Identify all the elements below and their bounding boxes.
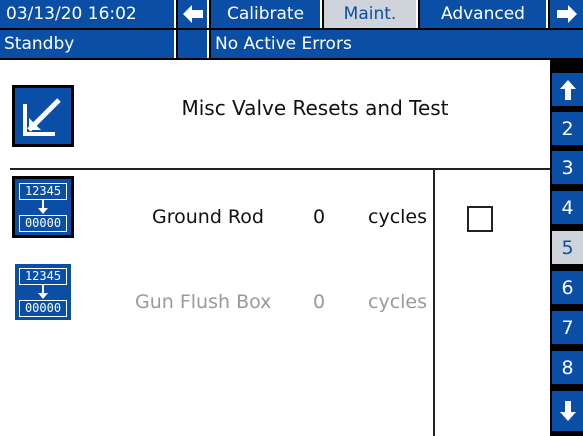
next-screen-button[interactable] — [550, 0, 583, 28]
divider-horizontal — [10, 168, 550, 170]
page-number: 4 — [561, 196, 574, 219]
tab-maint[interactable]: Maint. — [324, 0, 418, 28]
tab-advanced-label: Advanced — [441, 4, 525, 24]
blank-indicator — [178, 30, 209, 58]
counter-label-ground-rod: Ground Rod — [152, 206, 264, 228]
datetime-display: 03/13/20 16:02 — [0, 0, 176, 28]
reset-counter-ground-rod-button[interactable]: 12345 00000 — [12, 176, 74, 238]
arrow-right-icon — [556, 5, 577, 23]
arrow-down-icon — [38, 284, 48, 299]
page-number: 5 — [561, 236, 574, 259]
page-button-7[interactable]: 7 — [552, 311, 583, 344]
tab-maint-label: Maint. — [343, 4, 397, 24]
tab-calibrate[interactable]: Calibrate — [211, 0, 322, 28]
page-number: 7 — [561, 316, 574, 339]
page-number: 3 — [561, 156, 574, 179]
counter-value-gun-flush-box: 0 — [313, 291, 326, 313]
page-button-8[interactable]: 8 — [552, 351, 583, 384]
counter-icon-bottom: 00000 — [19, 300, 67, 317]
page-number: 2 — [561, 117, 574, 140]
page-number: 6 — [561, 276, 574, 299]
main-panel: Misc Valve Resets and Test 12345 00000 G… — [0, 60, 550, 436]
tab-calibrate-label: Calibrate — [226, 4, 305, 24]
page-down-button[interactable] — [552, 391, 583, 431]
counter-value-ground-rod: 0 — [313, 206, 326, 228]
page-button-4[interactable]: 4 — [552, 191, 583, 224]
arrow-down-icon — [38, 199, 48, 214]
arrow-left-icon — [182, 5, 203, 23]
edit-mode-button[interactable] — [12, 85, 74, 147]
arrow-up-icon — [559, 79, 576, 100]
errors-display: No Active Errors — [211, 30, 583, 58]
divider-vertical — [433, 170, 435, 436]
datetime-text: 03/13/20 16:02 — [6, 4, 137, 24]
reset-counter-gun-flush-box-button[interactable]: 12345 00000 — [12, 261, 74, 323]
page-button-5[interactable]: 5 — [552, 231, 583, 264]
counter-label-gun-flush-box: Gun Flush Box — [135, 291, 272, 313]
tab-advanced[interactable]: Advanced — [420, 0, 548, 28]
page-button-3[interactable]: 3 — [552, 151, 583, 184]
status-text: Standby — [4, 34, 75, 54]
page-number: 8 — [561, 356, 574, 379]
counter-icon-top: 12345 — [19, 183, 67, 200]
counter-unit-ground-rod: cycles — [368, 206, 428, 228]
counter-icon-bottom: 00000 — [19, 215, 67, 232]
page-title: Misc Valve Resets and Test — [181, 96, 449, 120]
errors-text: No Active Errors — [215, 34, 352, 54]
ground-rod-test-checkbox[interactable] — [467, 206, 493, 232]
edit-icon — [23, 98, 61, 136]
page-button-6[interactable]: 6 — [552, 271, 583, 304]
counter-icon-top: 12345 — [19, 268, 67, 285]
prev-screen-button[interactable] — [178, 0, 209, 28]
page-up-button[interactable] — [552, 73, 583, 106]
counter-unit-gun-flush-box: cycles — [368, 291, 428, 313]
status-display: Standby — [0, 30, 176, 58]
arrow-down-icon — [559, 401, 576, 421]
page-button-2[interactable]: 2 — [552, 112, 583, 145]
